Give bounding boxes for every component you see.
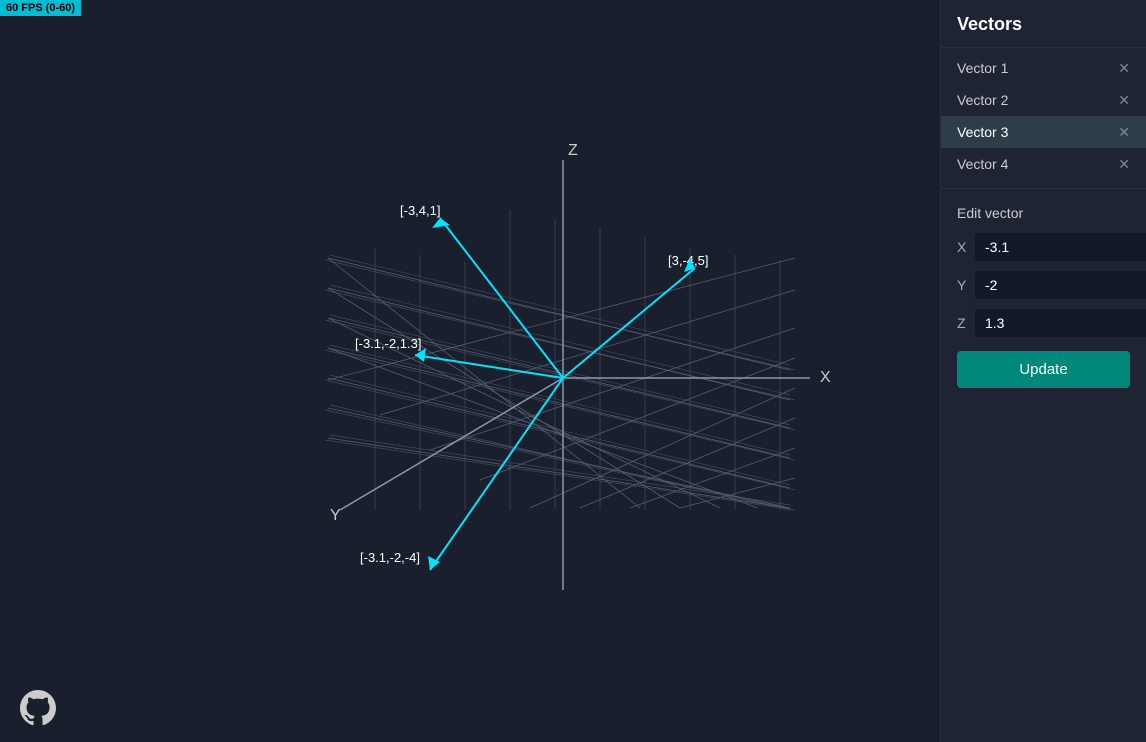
github-icon[interactable]: [20, 690, 56, 726]
vector-3-label: Vector 3: [957, 124, 1008, 140]
right-panel: Vectors Vector 1 ✕ Vector 2 ✕ Vector 3 ✕…: [940, 0, 1146, 742]
vector-item-1[interactable]: Vector 1 ✕: [941, 52, 1146, 84]
divider: [941, 188, 1146, 189]
update-button[interactable]: Update: [957, 351, 1130, 388]
x-axis-label: X: [820, 369, 831, 386]
vector-4-close[interactable]: ✕: [1118, 157, 1130, 171]
y-input[interactable]: [975, 271, 1146, 299]
z-input[interactable]: [975, 309, 1146, 337]
x-input[interactable]: [975, 233, 1146, 261]
edit-title: Edit vector: [957, 205, 1130, 221]
vector-item-3[interactable]: Vector 3 ✕: [941, 116, 1146, 148]
3d-graph: X Y Z [-3,4,1] [3,-4,5] [-3.1,-2,1.3] [-…: [0, 0, 940, 742]
vector-4-label: [-3.1,-2,-4]: [360, 550, 420, 565]
edit-section: Edit vector X Y Z Update: [941, 193, 1146, 400]
y-field-row: Y: [957, 271, 1130, 299]
panel-title: Vectors: [941, 0, 1146, 48]
vector-2-label: Vector 2: [957, 92, 1008, 108]
vector-3-label: [-3.1,-2,1.3]: [355, 336, 421, 351]
canvas-area: X Y Z [-3,4,1] [3,-4,5] [-3.1,-2,1.3] [-…: [0, 0, 940, 742]
vector-1-line: [440, 218, 563, 378]
vector-item-4[interactable]: Vector 4 ✕: [941, 148, 1146, 180]
x-field-row: X: [957, 233, 1130, 261]
vector-item-2[interactable]: Vector 2 ✕: [941, 84, 1146, 116]
vector-list: Vector 1 ✕ Vector 2 ✕ Vector 3 ✕ Vector …: [941, 48, 1146, 184]
vector-3-close[interactable]: ✕: [1118, 125, 1130, 139]
vector-1-label: Vector 1: [957, 60, 1008, 76]
z-axis-label: Z: [568, 142, 578, 159]
vector-4-label: Vector 4: [957, 156, 1008, 172]
vector-1-label: [-3,4,1]: [400, 203, 440, 218]
fps-counter: 60 FPS (0-60): [0, 0, 81, 16]
z-field-row: Z: [957, 309, 1130, 337]
y-label: Y: [957, 277, 975, 293]
y-axis: [340, 378, 563, 510]
x-label: X: [957, 239, 975, 255]
vector-2-close[interactable]: ✕: [1118, 93, 1130, 107]
vector-1-close[interactable]: ✕: [1118, 61, 1130, 75]
y-axis-label: Y: [330, 507, 341, 524]
z-label: Z: [957, 315, 975, 331]
